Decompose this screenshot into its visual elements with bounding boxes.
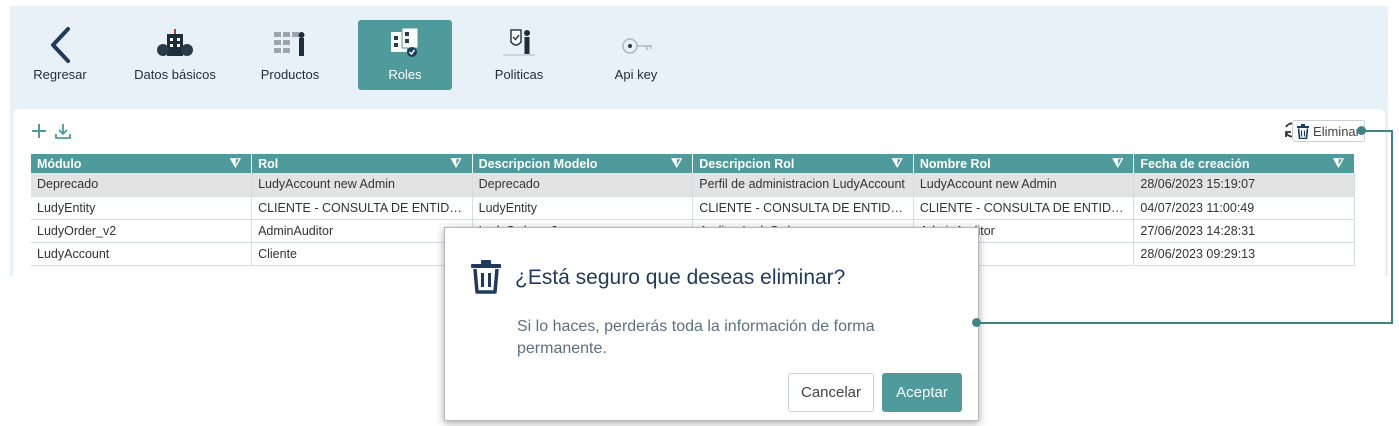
connector-line xyxy=(975,322,1393,324)
nav-label: Datos básicos xyxy=(134,67,216,82)
filter-icon[interactable]: ⧨ xyxy=(451,156,462,171)
table-cell: AdminAuditor xyxy=(251,219,473,243)
nav-item-politicas[interactable]: Politicas xyxy=(486,20,552,90)
table-cell: 28/06/2023 15:19:07 xyxy=(1133,173,1355,197)
column-header[interactable]: Descripcion Modelo ⧨ xyxy=(472,154,694,173)
table-cell: Perfil de administracion LudyAccount xyxy=(692,173,914,197)
table-cell: CLIENTE - CONSULTA DE ENTIDADES xyxy=(692,196,914,220)
nav-item-roles[interactable]: Roles xyxy=(358,20,452,90)
filter-icon[interactable]: ⧨ xyxy=(671,156,682,171)
table-cell: Deprecado xyxy=(472,173,694,197)
nav-label: Productos xyxy=(260,67,320,82)
roles-icon xyxy=(391,27,419,57)
products-icon xyxy=(274,32,305,56)
chevron-left-icon xyxy=(51,27,70,63)
nav-label: Api key xyxy=(614,67,658,82)
nav-item-api-key[interactable]: Api key xyxy=(606,20,666,90)
table-cell: LudyAccount xyxy=(31,242,253,266)
nav-item-productos[interactable]: Productos xyxy=(250,20,330,90)
dialog-message: Si lo haces, perderás toda la informació… xyxy=(517,318,875,357)
connector-line xyxy=(1391,130,1393,324)
trash-icon xyxy=(1297,123,1310,139)
accept-button[interactable]: Aceptar xyxy=(882,373,962,412)
trash-icon xyxy=(471,260,501,294)
dialog-title: ¿Está seguro que deseas eliminar? xyxy=(515,266,846,289)
nav-label: Roles xyxy=(388,67,422,82)
table-cell: CLIENTE - CONSULTA DE ENTIDADES xyxy=(913,196,1135,220)
building-icon xyxy=(157,29,193,56)
column-header[interactable]: Fecha de creación ⧨ xyxy=(1133,154,1355,173)
column-header[interactable]: Descripcion Rol ⧨ xyxy=(692,154,914,173)
nav-item-datos-basicos[interactable]: Datos básicos xyxy=(126,20,224,90)
table-cell: 04/07/2023 11:00:49 xyxy=(1133,196,1355,220)
cancel-button[interactable]: Cancelar xyxy=(788,373,874,412)
connector-dot xyxy=(972,318,981,327)
table-cell: LudyAccount new Admin xyxy=(913,173,1135,197)
confirm-delete-dialog: ¿Está seguro que deseas eliminar? Si lo … xyxy=(444,227,981,421)
back-label: Regresar xyxy=(33,67,87,82)
nav-label: Politicas xyxy=(494,67,544,82)
table-cell: LudyOrder_v2 xyxy=(31,219,253,243)
connector-dot xyxy=(1357,126,1366,135)
table-cell: LudyEntity xyxy=(472,196,694,220)
filter-icon[interactable]: ⧨ xyxy=(1112,156,1123,171)
filter-icon[interactable]: ⧨ xyxy=(1333,156,1344,171)
table-cell: Deprecado xyxy=(31,173,253,197)
table-cell: 27/06/2023 14:28:31 xyxy=(1133,219,1355,243)
table-row[interactable]: LudyEntity CLIENTE - CONSULTA DE ENTIDAD… xyxy=(31,196,1355,220)
filter-icon[interactable]: ⧨ xyxy=(892,156,903,171)
column-header[interactable]: Rol ⧨ xyxy=(251,154,473,173)
table-cell: LudyAccount new Admin xyxy=(251,173,473,197)
plus-icon[interactable] xyxy=(31,123,47,139)
connector-line xyxy=(1362,130,1393,132)
filter-icon[interactable]: ⧨ xyxy=(230,156,241,171)
table-cell: Cliente xyxy=(251,242,473,266)
api-key-icon xyxy=(622,38,652,54)
table-cell: 28/06/2023 09:29:13 xyxy=(1133,242,1355,266)
policy-shield-icon xyxy=(503,29,535,56)
table-cell: CLIENTE - CONSULTA DE ENTIDADES xyxy=(251,196,473,220)
column-header[interactable]: Módulo ⧨ xyxy=(31,154,253,173)
table-row[interactable]: Deprecado LudyAccount new Admin Deprecad… xyxy=(31,173,1355,197)
table-cell: LudyEntity xyxy=(31,196,253,220)
column-header[interactable]: Nombre Rol ⧨ xyxy=(913,154,1135,173)
table-header-row: Módulo ⧨ Rol ⧨ Descripcion Modelo ⧨ Descrip… xyxy=(31,154,1355,173)
download-icon[interactable] xyxy=(55,123,71,139)
delete-button[interactable]: Eliminar xyxy=(1292,120,1365,142)
back-button[interactable]: Regresar xyxy=(26,20,94,90)
delete-label: Eliminar xyxy=(1313,123,1360,139)
